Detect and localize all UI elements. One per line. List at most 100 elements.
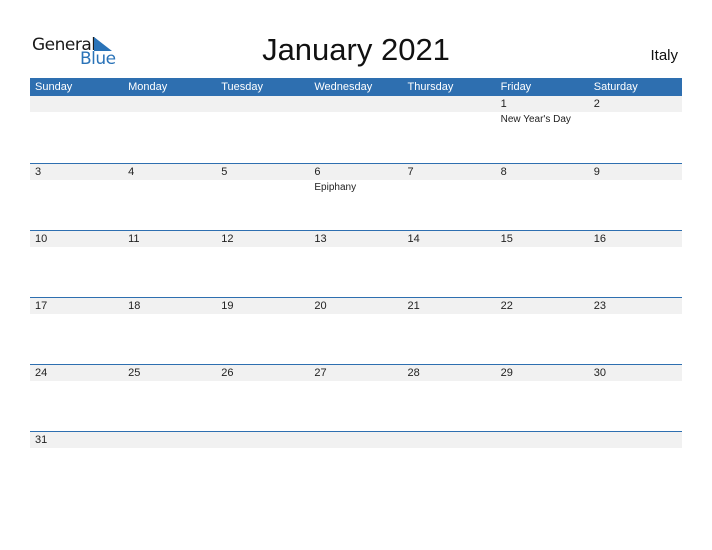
calendar-title: January 2021 xyxy=(262,32,450,67)
day-number: 17 xyxy=(35,300,48,312)
day-cell: 8 xyxy=(496,164,589,193)
day-cell: 26 xyxy=(216,365,309,383)
day-number: 1 xyxy=(500,98,507,110)
day-cell: 14 xyxy=(403,231,496,249)
day-cell: 6 Epiphany xyxy=(309,164,402,193)
week-row: 17 18 19 20 21 22 23 xyxy=(30,297,682,364)
day-cell: 17 xyxy=(30,298,123,316)
day-number: 25 xyxy=(128,367,141,379)
day-number: 5 xyxy=(221,166,228,178)
day-cell: 5 xyxy=(216,164,309,193)
day-number: 12 xyxy=(221,233,234,245)
day-number: 15 xyxy=(500,233,513,245)
day-number: 3 xyxy=(35,166,42,178)
country-label: Italy xyxy=(650,47,678,64)
day-number: 22 xyxy=(500,300,513,312)
day-number xyxy=(314,96,402,112)
day-cell: 22 xyxy=(496,298,589,316)
weekday-saturday: Saturday xyxy=(593,81,638,93)
day-number: 16 xyxy=(593,233,606,245)
weekday-tuesday: Tuesday xyxy=(221,81,264,93)
day-cell: 19 xyxy=(216,298,309,316)
day-number: 26 xyxy=(221,367,234,379)
day-number: 14 xyxy=(407,233,420,245)
day-cell: 23 xyxy=(589,298,682,316)
day-cell xyxy=(403,96,496,125)
week-days: 1 New Year's Day 2 xyxy=(30,96,682,125)
day-cell: 13 xyxy=(309,231,402,249)
day-number: 19 xyxy=(221,300,234,312)
weekday-sunday: Sunday xyxy=(35,81,73,93)
day-number: 31 xyxy=(35,434,48,446)
day-number: 21 xyxy=(407,300,420,312)
day-cell: 10 xyxy=(30,231,123,249)
day-number xyxy=(221,96,309,112)
day-number: 4 xyxy=(128,166,135,178)
week-days: 31 xyxy=(30,432,682,450)
weekday-header: Sunday Monday Tuesday Wednesday Thursday… xyxy=(30,78,682,96)
day-cell xyxy=(123,432,216,450)
day-number: 8 xyxy=(500,166,507,178)
week-row: 31 xyxy=(30,431,682,498)
day-cell: 11 xyxy=(123,231,216,249)
day-cell: 16 xyxy=(589,231,682,249)
day-number: 28 xyxy=(407,367,420,379)
day-cell: 4 xyxy=(123,164,216,193)
day-number: 30 xyxy=(593,367,606,379)
holiday-label: Epiphany xyxy=(314,182,357,193)
day-cell: 28 xyxy=(403,365,496,383)
day-cell xyxy=(30,96,123,125)
day-number: 6 xyxy=(314,166,321,178)
day-cell: 7 xyxy=(403,164,496,193)
week-row: 10 11 12 13 14 15 16 xyxy=(30,230,682,297)
calendar-grid: Sunday Monday Tuesday Wednesday Thursday… xyxy=(30,78,682,498)
day-number xyxy=(408,96,496,112)
day-number xyxy=(221,432,309,448)
day-cell: 27 xyxy=(309,365,402,383)
day-cell: 3 xyxy=(30,164,123,193)
week-row: 24 25 26 27 28 29 30 xyxy=(30,364,682,431)
day-cell xyxy=(216,96,309,125)
day-cell: 24 xyxy=(30,365,123,383)
day-number xyxy=(501,432,589,448)
day-cell xyxy=(216,432,309,450)
week-days: 24 25 26 27 28 29 30 xyxy=(30,365,682,383)
week-days: 10 11 12 13 14 15 16 xyxy=(30,231,682,249)
day-cell xyxy=(403,432,496,450)
day-cell: 2 xyxy=(589,96,682,125)
day-number xyxy=(35,96,123,112)
day-cell xyxy=(589,432,682,450)
day-cell xyxy=(309,432,402,450)
day-cell: 21 xyxy=(403,298,496,316)
day-number: 20 xyxy=(314,300,327,312)
day-number xyxy=(594,432,682,448)
day-cell xyxy=(309,96,402,125)
day-cell: 29 xyxy=(496,365,589,383)
day-cell: 15 xyxy=(496,231,589,249)
weekday-wednesday: Wednesday xyxy=(314,81,373,93)
weekday-thursday: Thursday xyxy=(407,81,454,93)
day-number: 18 xyxy=(128,300,141,312)
week-row: 3 4 5 6 Epiphany 7 8 9 xyxy=(30,163,682,230)
day-cell: 18 xyxy=(123,298,216,316)
day-cell: 30 xyxy=(589,365,682,383)
day-number xyxy=(408,432,496,448)
day-number: 11 xyxy=(128,233,140,245)
weekday-monday: Monday xyxy=(128,81,168,93)
day-cell xyxy=(496,432,589,450)
day-cell xyxy=(123,96,216,125)
day-number: 24 xyxy=(35,367,48,379)
day-number xyxy=(314,432,402,448)
week-days: 17 18 19 20 21 22 23 xyxy=(30,298,682,316)
day-cell: 25 xyxy=(123,365,216,383)
day-number: 2 xyxy=(593,98,600,110)
day-cell: 31 xyxy=(30,432,123,450)
weeks-container: 1 New Year's Day 2 3 4 5 6 Epiphany 7 8 9 10 11 12 13 1… xyxy=(30,96,682,498)
day-number: 7 xyxy=(407,166,414,178)
holiday-label: New Year's Day xyxy=(500,114,571,125)
day-number: 13 xyxy=(314,233,327,245)
day-number: 29 xyxy=(500,367,513,379)
day-cell: 12 xyxy=(216,231,309,249)
day-number xyxy=(128,96,216,112)
day-number: 10 xyxy=(35,233,48,245)
